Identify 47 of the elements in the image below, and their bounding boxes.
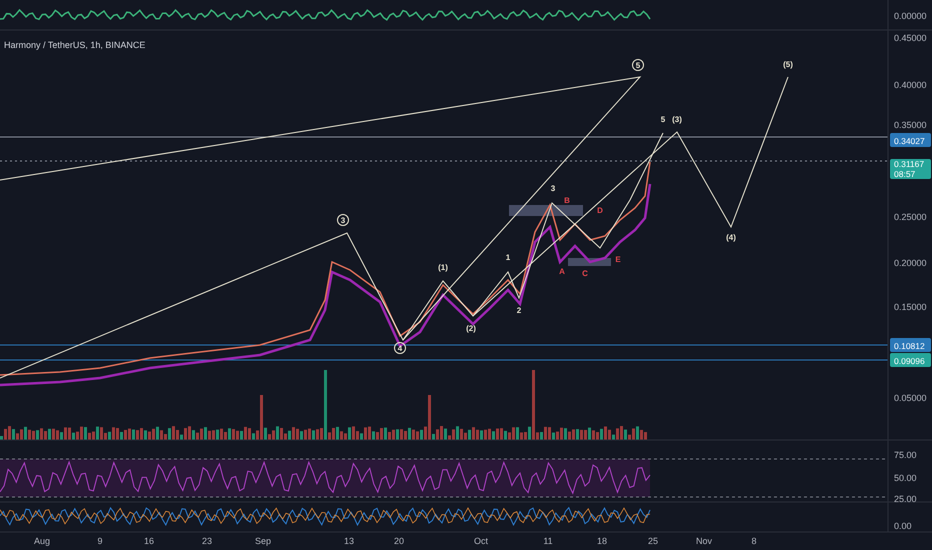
time-axis-label: 13 [344,536,354,546]
time-axis-label: Sep [255,536,271,546]
price-axis-label: 0.35000 [894,120,927,130]
wave-label: 3 [337,214,349,226]
wave-label: E [615,255,621,264]
time-axis-label: 18 [597,536,607,546]
wave-label: C [582,269,588,278]
price-axis-label: 0.45000 [894,33,927,43]
wave-label: D [597,206,603,215]
time-axis-label: 23 [202,536,212,546]
price-axis-label: 0.05000 [894,393,927,403]
time-axis-label: 16 [144,536,154,546]
wave-label: (4) [726,233,736,242]
rsi-axis-label: 25.00 [894,494,917,504]
axis-label: 0.00 [894,521,912,531]
wave-label: (2) [466,324,476,333]
price-axis-label: 0.15000 [894,302,927,312]
time-axis-label: 8 [752,536,756,546]
wave-label: 4 [394,342,406,354]
time-axis-label: Nov [696,536,712,546]
price-badge: 0.09096 [890,353,931,367]
time-axis-label: 9 [98,536,102,546]
time-axis-label: Oct [474,536,488,546]
wave-label: 5 [660,115,666,124]
rsi-axis-label: 75.00 [894,450,917,460]
rsi-axis-label: 50.00 [894,473,917,483]
price-badge: 0.34027 [890,133,931,147]
chart-title: Harmony / TetherUS, 1h, BINANCE [4,40,146,50]
wave-label: 3 [550,184,556,193]
price-axis-label: 0.20000 [894,258,927,268]
wave-label: B [564,196,570,205]
wave-label: 2 [516,306,522,315]
wave-label: 5 [632,59,644,71]
axis-label: 0.00000 [894,11,927,21]
price-axis-label: 0.25000 [894,212,927,222]
wave-label: (1) [438,263,448,272]
wave-label: (3) [672,115,682,124]
time-axis-label: Aug [34,536,50,546]
price-badge: 0.31167 08:57 [890,159,931,179]
time-axis-label: 20 [394,536,404,546]
wave-label: (5) [783,60,793,69]
time-axis-label: 11 [543,536,553,546]
wave-label: A [559,267,565,276]
wave-label: 1 [506,253,510,262]
time-axis-label: 25 [648,536,658,546]
price-badge: 0.10812 [890,338,931,352]
price-axis-label: 0.40000 [894,80,927,90]
